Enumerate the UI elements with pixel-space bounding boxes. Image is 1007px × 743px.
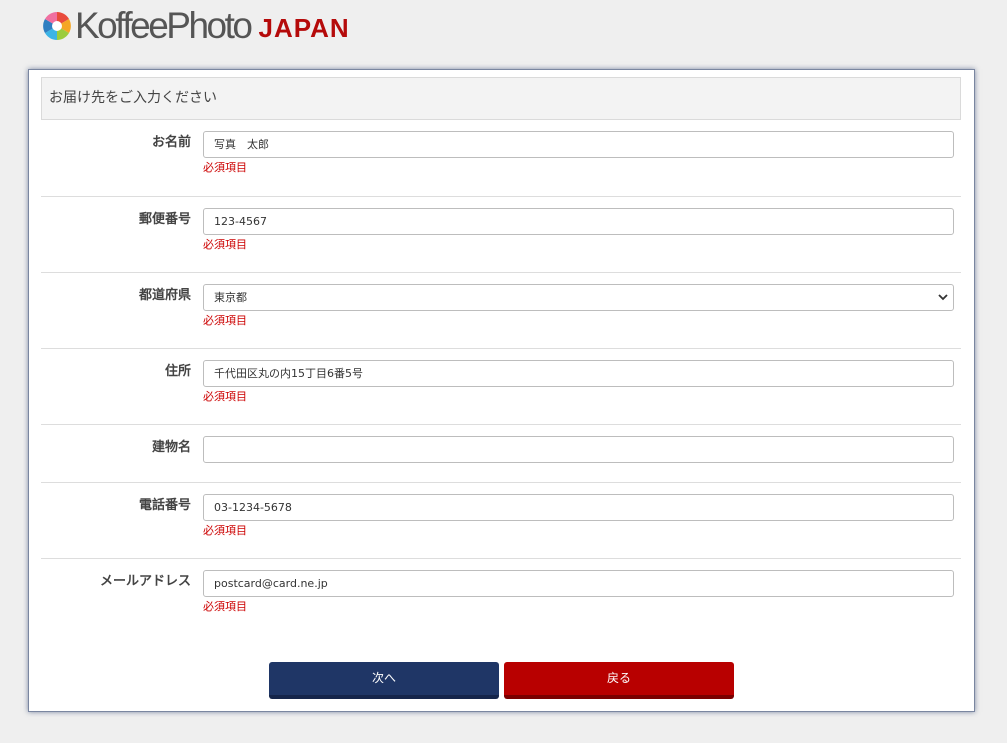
required-note: 必須項目: [203, 314, 247, 327]
building-label: 建物名: [151, 440, 191, 455]
required-note: 必須項目: [203, 524, 247, 537]
delivery-form-card: お届け先をご入力ください お名前 写真 太郎 必須項目 郵便番号 123-456…: [28, 69, 975, 712]
form-row-postal-code: 郵便番号 123-4567 必須項目: [41, 197, 961, 273]
phone-label: 電話番号: [138, 498, 191, 513]
back-button[interactable]: 戻る: [504, 662, 734, 699]
email-input[interactable]: postcard@card.ne.jp: [203, 570, 954, 597]
required-note: 必須項目: [203, 238, 247, 251]
name-input[interactable]: 写真 太郎: [203, 131, 954, 158]
required-note: 必須項目: [203, 600, 247, 613]
address-input[interactable]: 千代田区丸の内15丁目6番5号: [203, 360, 954, 387]
postal-code-input[interactable]: 123-4567: [203, 208, 954, 235]
email-label: メールアドレス: [99, 574, 191, 589]
logo-text: KoffeePhoto: [75, 5, 253, 46]
address-label: 住所: [164, 364, 191, 379]
logo-mark-icon: [43, 12, 71, 40]
chevron-down-icon: [938, 294, 948, 301]
form-row-email: メールアドレス postcard@card.ne.jp 必須項目: [41, 559, 961, 635]
next-button[interactable]: 次へ: [269, 662, 499, 699]
name-label: お名前: [151, 135, 191, 150]
postal-code-label: 郵便番号: [138, 212, 191, 227]
form-row-address: 住所 千代田区丸の内15丁目6番5号 必須項目: [41, 349, 961, 425]
building-input[interactable]: [203, 436, 954, 463]
logo-suffix: JAPAN: [258, 13, 350, 43]
phone-input[interactable]: 03-1234-5678: [203, 494, 954, 521]
form-row-phone: 電話番号 03-1234-5678 必須項目: [41, 483, 961, 559]
required-note: 必須項目: [203, 161, 247, 174]
form-row-prefecture: 都道府県 東京都 必須項目: [41, 273, 961, 349]
site-logo[interactable]: KoffeePhoto JAPAN: [40, 6, 350, 46]
form-row-name: お名前 写真 太郎 必須項目: [41, 120, 961, 197]
required-note: 必須項目: [203, 390, 247, 403]
form-header: お届け先をご入力ください: [41, 77, 961, 120]
prefecture-select[interactable]: 東京都: [203, 284, 954, 311]
prefecture-selected-value: 東京都: [214, 291, 247, 304]
prefecture-label: 都道府県: [138, 288, 191, 303]
form-row-building: 建物名: [41, 425, 961, 483]
